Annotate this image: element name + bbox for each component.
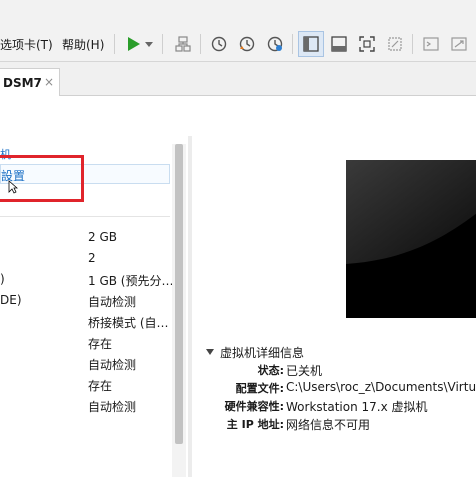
console-view-icon [331, 36, 347, 52]
vm-screen-thumbnail[interactable] [346, 160, 476, 318]
device-row-hard-disk[interactable]: ) 1 GB (预先分… [0, 272, 174, 293]
vm-details-section-header[interactable]: 虚拟机详细信息 [206, 344, 304, 361]
devices-divider [0, 216, 170, 217]
dropdown-arrow-icon [145, 42, 153, 47]
device-row-display[interactable]: 自动检测 [0, 398, 170, 419]
detail-value: 已关机 [286, 364, 323, 378]
network-button[interactable] [170, 31, 196, 57]
device-value: 自动检测 [88, 358, 137, 372]
detail-row-config-file: 配置文件: C:\Users\roc_z\Documents\Virtual [194, 380, 476, 398]
close-icon[interactable]: × [44, 75, 54, 89]
scrollbar-thumb[interactable] [175, 144, 183, 444]
vm-details-title: 虚拟机详细信息 [220, 346, 305, 360]
device-value: 2 GB [88, 230, 117, 244]
fullscreen-icon [359, 36, 375, 52]
stretch-button[interactable] [446, 31, 472, 57]
detail-value: 网络信息不可用 [286, 418, 371, 432]
vm-summary-view: 机 設置 2 GB 2 ) 1 GB (预先分… DE) 自动检测 桥接模式 (… [0, 96, 476, 477]
detail-row-state: 状态: 已关机 [194, 362, 476, 380]
menu-tabs[interactable]: 选项卡(T) [0, 36, 53, 53]
tab-label: DSM7 [3, 76, 42, 90]
toolbar-separator [292, 34, 293, 54]
panel-splitter[interactable] [188, 136, 192, 477]
unity-button[interactable] [382, 31, 408, 57]
revert-snapshot-button[interactable] [234, 31, 260, 57]
device-row-sound-card[interactable]: 自动检测 [0, 356, 170, 377]
vm-preview-panel: 虚拟机详细信息 状态: 已关机 配置文件: C:\Users\roc_z\Doc… [194, 96, 476, 477]
device-value: 存在 [88, 337, 113, 351]
console-view-button[interactable] [326, 31, 352, 57]
network-icon [175, 36, 191, 52]
detail-value: C:\Users\roc_z\Documents\Virtual [286, 380, 476, 394]
device-row-memory[interactable]: 2 GB [0, 230, 170, 251]
detail-label: 硬件兼容性: [224, 400, 284, 413]
mouse-cursor-icon [8, 180, 18, 194]
play-icon [128, 37, 140, 51]
device-row-processors[interactable]: 2 [0, 251, 170, 272]
sidebar-view-button[interactable] [298, 31, 324, 57]
snapshot-manager-button[interactable] [262, 31, 288, 57]
toolbar-separator [162, 34, 163, 54]
toolbar-separator [200, 34, 201, 54]
vertical-scrollbar[interactable] [172, 144, 186, 477]
detail-value: Workstation 17.x 虚拟机 [286, 400, 428, 414]
device-row-printer[interactable]: 存在 [0, 377, 170, 398]
device-value: 存在 [88, 379, 113, 393]
terminal-icon [423, 37, 439, 51]
vm-screen-gloss [346, 160, 476, 264]
sidebar-view-icon [303, 36, 319, 52]
unity-icon [388, 37, 402, 51]
snapshot-manager-icon [267, 36, 283, 52]
revert-snapshot-icon [239, 36, 255, 52]
play-dropdown-button[interactable] [142, 31, 156, 57]
terminal-button[interactable] [418, 31, 444, 57]
vm-commands-and-devices-panel: 机 設置 2 GB 2 ) 1 GB (预先分… DE) 自动检测 桥接模式 (… [0, 96, 186, 477]
device-value: 自动检测 [88, 295, 137, 309]
menu-help[interactable]: 帮助(H) [62, 36, 104, 53]
toolbar-separator [412, 34, 413, 54]
device-value: 桥接模式 (自… [88, 316, 169, 330]
detail-row-primary-ip: 主 IP 地址: 网络信息不可用 [194, 416, 476, 434]
device-value: 1 GB (预先分… [88, 274, 174, 288]
detail-label: 主 IP 地址: [226, 418, 284, 431]
stretch-icon [451, 37, 467, 51]
device-name: ) [0, 272, 5, 286]
device-value: 自动检测 [88, 400, 137, 414]
fullscreen-button[interactable] [354, 31, 380, 57]
detail-row-hardware-compat: 硬件兼容性: Workstation 17.x 虚拟机 [194, 398, 476, 416]
device-row-network-adapter[interactable]: 桥接模式 (自… [0, 314, 170, 335]
device-name: DE) [0, 293, 22, 307]
toolbar-separator [114, 34, 115, 54]
collapse-triangle-icon [206, 349, 214, 355]
annotation-highlight-box [0, 155, 84, 202]
tab-strip: DSM7 × [0, 62, 476, 96]
detail-label: 状态: [257, 364, 284, 377]
device-row-usb-controller[interactable]: 存在 [0, 335, 170, 356]
tab-dsm7[interactable]: DSM7 × [0, 68, 60, 96]
snapshot-button[interactable] [206, 31, 232, 57]
snapshot-icon [211, 36, 227, 52]
menubar: 选项卡(T) 帮助(H) [0, 0, 476, 62]
device-row-cd-dvd[interactable]: DE) 自动检测 [0, 293, 170, 314]
device-value: 2 [88, 251, 96, 265]
detail-label: 配置文件: [235, 382, 284, 395]
